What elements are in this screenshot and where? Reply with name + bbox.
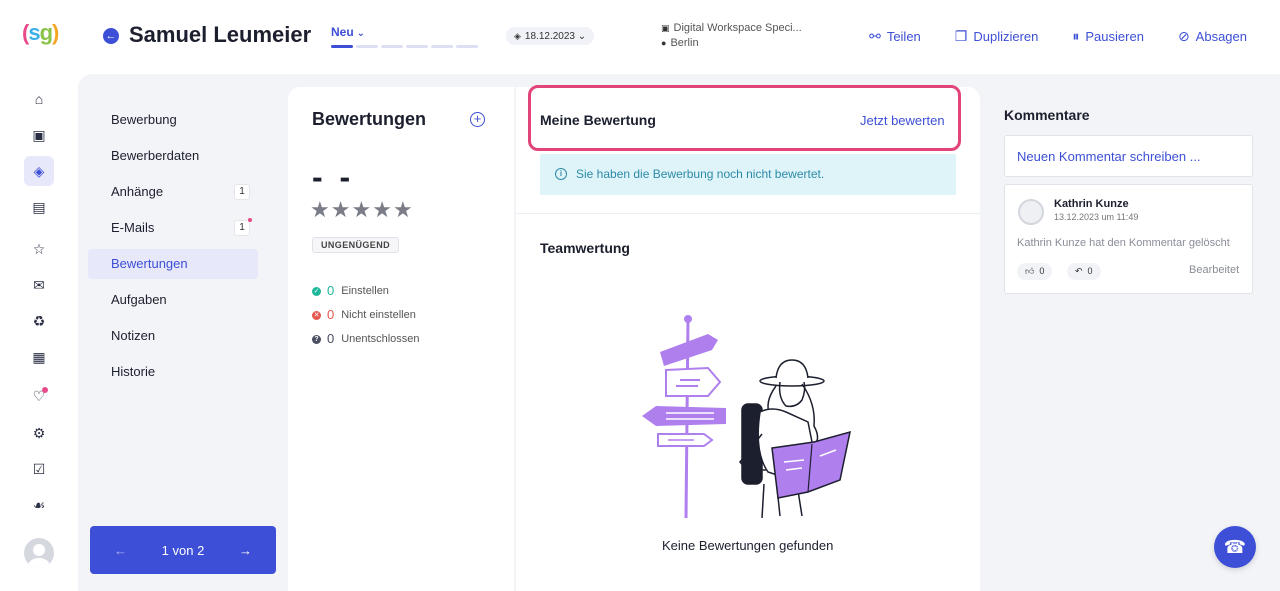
bag-icon[interactable]: ☙ bbox=[28, 494, 50, 516]
notification-dot bbox=[42, 387, 48, 393]
pager-label: 1 von 2 bbox=[161, 542, 205, 558]
nav-item-emails[interactable]: E-Mails 1 bbox=[88, 210, 258, 246]
status-label: Neu bbox=[331, 25, 354, 39]
duplicate-button[interactable]: ❐ Duplizieren bbox=[955, 28, 1039, 45]
status-dropdown[interactable]: Neu ⌄ bbox=[331, 25, 365, 39]
section-nav: Bewerbung Bewerberdaten Anhänge 1 E-Mails… bbox=[88, 102, 258, 390]
edited-label: Bearbeitet bbox=[1189, 264, 1240, 276]
star-icon: ★ bbox=[351, 197, 373, 222]
star-rating: ★★★★★ bbox=[310, 197, 414, 223]
chat-icon[interactable]: ✉ bbox=[28, 274, 50, 296]
comment-author: Kathrin Kunze bbox=[1054, 198, 1129, 210]
count-badge: 1 bbox=[234, 220, 250, 236]
check-icon: ✓ bbox=[312, 286, 321, 296]
candidate-name: Samuel Leumeier bbox=[129, 22, 312, 47]
share-icon: ⚯ bbox=[869, 28, 881, 44]
new-comment-input[interactable]: Neuen Kommentar schreiben ... bbox=[1004, 135, 1253, 177]
empty-state-text: Keine Bewertungen gefunden bbox=[662, 538, 834, 553]
briefcase-icon[interactable]: ▣ bbox=[28, 124, 50, 146]
thumbs-up-icon: 👍︎ bbox=[1025, 266, 1035, 276]
back-arrow-icon[interactable]: ← bbox=[103, 28, 119, 44]
nav-item-aufgaben[interactable]: Aufgaben bbox=[88, 282, 258, 318]
like-button[interactable]: 👍︎ 0 bbox=[1017, 263, 1053, 280]
job-location: Berlin bbox=[670, 37, 699, 49]
signpost bbox=[642, 315, 726, 519]
gear-icon[interactable]: ⚙ bbox=[28, 422, 50, 444]
status-progress bbox=[331, 45, 478, 48]
star-icon[interactable]: ☆ bbox=[28, 238, 50, 260]
info-icon: i bbox=[555, 168, 567, 180]
star-icon: ★ bbox=[392, 197, 414, 222]
job-title: Digital Workspace Speci... bbox=[673, 22, 802, 34]
checkbox-icon[interactable]: ☑ bbox=[28, 458, 50, 480]
star-icon: ★ bbox=[330, 197, 352, 222]
chevron-down-icon: ⌄ bbox=[356, 28, 366, 39]
copy-icon: ❐ bbox=[954, 28, 968, 44]
candidate-pager: ← 1 von 2 → bbox=[90, 526, 276, 574]
my-rating-title: Meine Bewertung bbox=[540, 112, 656, 128]
layers-icon[interactable]: ◈ bbox=[24, 156, 54, 186]
date-value: 18.12.2023 bbox=[524, 31, 575, 42]
header: (sg) ← Samuel Leumeier Neu ⌄ ◈ 18.12.2023 … bbox=[0, 0, 1280, 74]
next-arrow-icon[interactable]: → bbox=[239, 543, 252, 558]
tally-no-hire: ✕ 0 Nicht einstellen bbox=[312, 307, 416, 322]
nav-item-notizen[interactable]: Notizen bbox=[88, 318, 258, 354]
pause-icon: ⏸ bbox=[1072, 28, 1080, 44]
info-alert: i Sie haben die Bewerbung noch nicht bewe… bbox=[540, 154, 956, 195]
reply-button[interactable]: ↶ 0 bbox=[1067, 263, 1101, 280]
bell-icon[interactable]: ♡ bbox=[28, 385, 50, 407]
puzzle-icon[interactable]: ♻ bbox=[28, 310, 50, 332]
tally-undecided: ? 0 Unentschlossen bbox=[312, 327, 420, 351]
decision-tally: ✓ 0 Einstellen ✕ 0 Nicht einstellen ? 0 Unents… bbox=[312, 279, 420, 351]
chevron-down-icon: ⌄ bbox=[577, 31, 587, 42]
prev-arrow-icon[interactable]: ← bbox=[114, 543, 127, 558]
star-icon: ★ bbox=[310, 197, 331, 222]
comment-card: Kathrin Kunze 13.12.2023 um 11:49 Kathri… bbox=[1004, 184, 1253, 294]
comment-date: 13.12.2023 um 11:49 bbox=[1054, 212, 1139, 222]
share-button[interactable]: ⚯ Teilen bbox=[869, 28, 921, 45]
nav-item-anhaenge[interactable]: Anhänge 1 bbox=[88, 174, 258, 210]
home-icon[interactable]: ⌂ bbox=[28, 88, 50, 110]
user-avatar[interactable] bbox=[24, 538, 54, 568]
location-pin-icon: ● bbox=[661, 38, 667, 48]
add-rating-icon[interactable]: + bbox=[470, 112, 485, 127]
question-icon: ? bbox=[312, 334, 321, 344]
nav-item-bewerberdaten[interactable]: Bewerberdaten bbox=[88, 138, 258, 174]
date-dropdown[interactable]: ◈ 18.12.2023 ⌄ bbox=[506, 27, 595, 45]
presentation-icon[interactable]: ▤ bbox=[28, 196, 50, 218]
average-score: - - bbox=[312, 159, 355, 195]
nav-item-historie[interactable]: Historie bbox=[88, 354, 258, 390]
layers-icon: ◈ bbox=[514, 31, 521, 41]
icon-rail: ⌂ ▣ ◈ ▤ ☆ ✉ ♻ ▦ ♡ ⚙ ☑ ☙ bbox=[0, 74, 78, 591]
store-icon[interactable]: ▦ bbox=[28, 346, 50, 368]
x-icon: ✕ bbox=[312, 310, 321, 320]
briefcase-icon: ▣ bbox=[661, 23, 670, 33]
support-headset-icon[interactable]: ☎ bbox=[1214, 526, 1256, 568]
nav-item-bewerbung[interactable]: Bewerbung bbox=[88, 102, 258, 138]
nav-item-bewertungen[interactable]: Bewertungen bbox=[88, 249, 258, 279]
tally-hire: ✓ 0 Einstellen bbox=[312, 283, 389, 298]
ban-icon: ⊘ bbox=[1177, 28, 1190, 44]
unread-dot bbox=[248, 218, 252, 222]
signpost-traveler-illustration bbox=[642, 315, 851, 519]
reply-icon: ↶ bbox=[1075, 266, 1083, 276]
count-badge: 1 bbox=[234, 184, 250, 200]
job-info[interactable]: ▣ Digital Workspace Speci... ● Berlin bbox=[661, 21, 802, 51]
rate-now-link[interactable]: Jetzt bewerten bbox=[860, 113, 945, 128]
grade-badge: UNGENÜGEND bbox=[312, 237, 400, 253]
reject-button[interactable]: ⊘ Absagen bbox=[1178, 28, 1247, 45]
star-icon: ★ bbox=[372, 197, 393, 222]
ratings-panel: Bewertungen + - - ★★★★★ UNGENÜGEND ✓ 0 Ein… bbox=[288, 87, 514, 591]
divider bbox=[516, 213, 980, 214]
comments-title: Kommentare bbox=[1004, 107, 1090, 123]
pause-button[interactable]: ⏸ Pausieren bbox=[1072, 28, 1144, 45]
brand-logo[interactable]: (sg) bbox=[22, 20, 59, 46]
team-rating-title: Teamwertung bbox=[540, 240, 630, 256]
comment-avatar bbox=[1018, 199, 1044, 225]
ratings-title: Bewertungen bbox=[312, 109, 427, 129]
comment-text: Kathrin Kunze hat den Kommentar gelöscht bbox=[1017, 237, 1230, 249]
header-actions: ⚯ Teilen ❐ Duplizieren ⏸ Pausieren ⊘ Absagen bbox=[869, 28, 1247, 45]
